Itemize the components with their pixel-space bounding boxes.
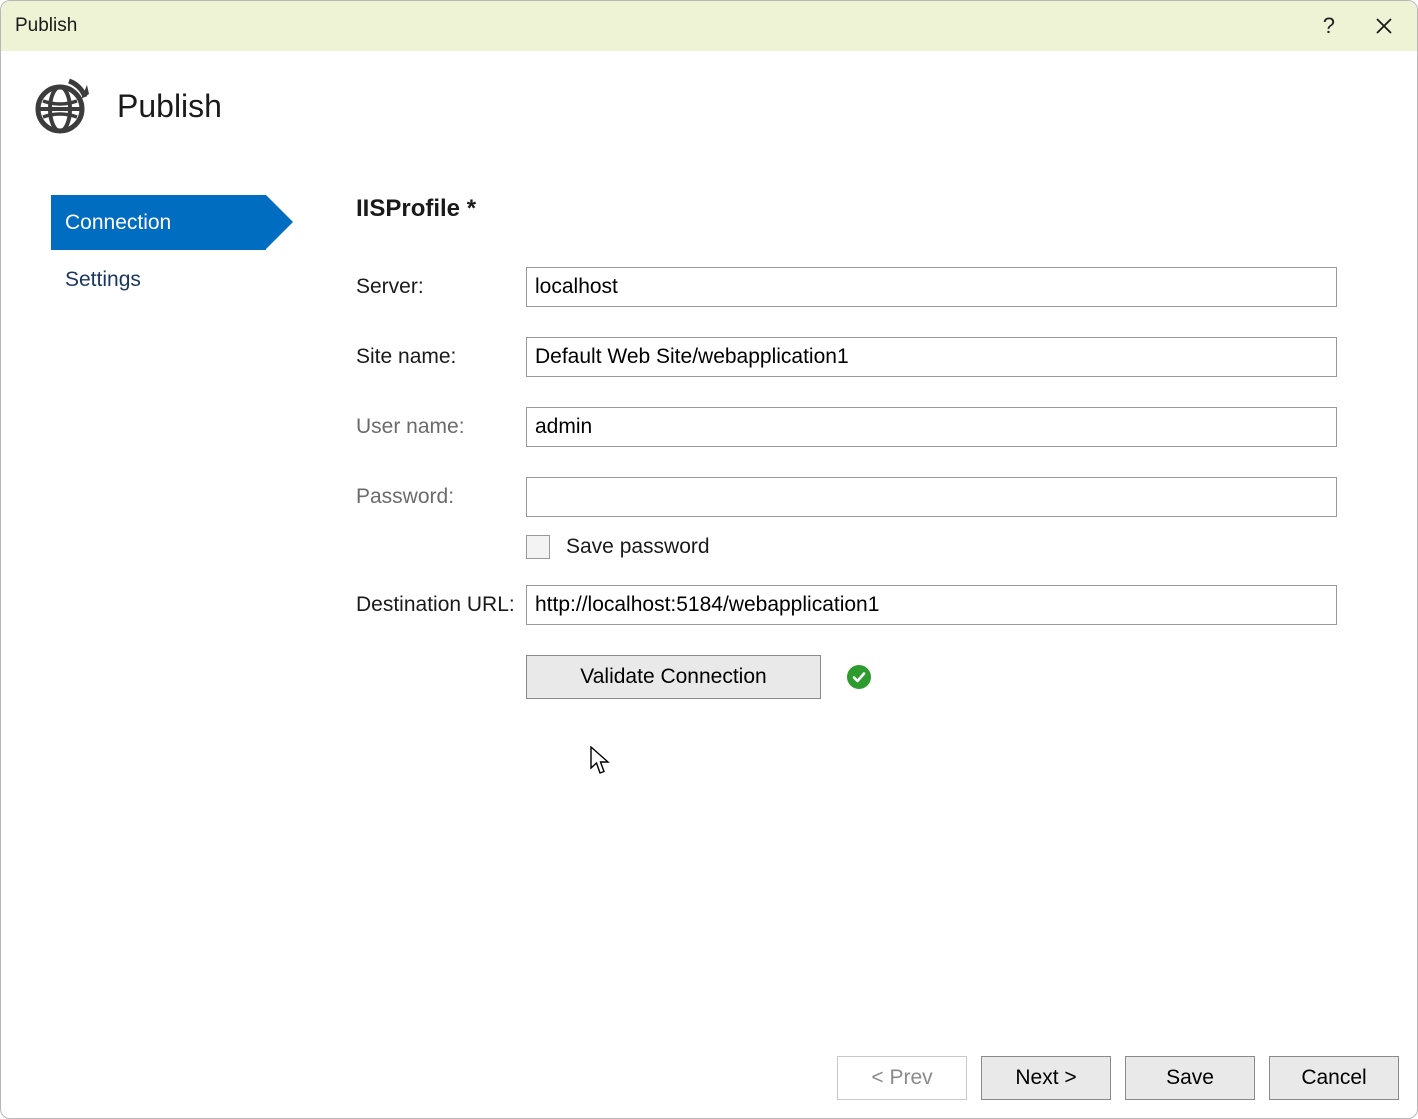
save-password-checkbox[interactable] — [526, 535, 550, 559]
password-input[interactable] — [526, 477, 1337, 517]
main-panel: IISProfile * Server: Site name: User nam… — [296, 195, 1397, 699]
next-button[interactable]: Next > — [981, 1056, 1111, 1100]
profile-title: IISProfile * — [356, 195, 1337, 223]
cursor-icon — [590, 746, 612, 776]
site-name-input[interactable] — [526, 337, 1337, 377]
label-save-password: Save password — [566, 535, 710, 559]
cancel-button[interactable]: Cancel — [1269, 1056, 1399, 1100]
publish-globe-icon — [31, 77, 89, 135]
sidebar-item-connection[interactable]: Connection — [51, 195, 266, 250]
titlebar: Publish ? — [1, 1, 1417, 51]
label-user-name: User name: — [356, 415, 526, 439]
validation-success-icon — [847, 665, 871, 689]
row-destination-url: Destination URL: — [356, 585, 1337, 625]
sidebar-item-label: Connection — [65, 211, 171, 235]
publish-dialog: Publish ? Publish Connection — [0, 0, 1418, 1119]
validate-connection-button[interactable]: Validate Connection — [526, 655, 821, 699]
sidebar: Connection Settings — [51, 195, 296, 699]
window-title: Publish — [15, 15, 77, 37]
label-password: Password: — [356, 485, 526, 509]
row-server: Server: — [356, 267, 1337, 307]
sidebar-item-settings[interactable]: Settings — [51, 252, 296, 307]
page-title: Publish — [117, 88, 222, 125]
server-input[interactable] — [526, 267, 1337, 307]
row-validate: Validate Connection — [526, 655, 1337, 699]
header: Publish — [1, 51, 1417, 155]
prev-button: < Prev — [837, 1056, 967, 1100]
help-icon[interactable]: ? — [1323, 13, 1335, 39]
row-password: Password: — [356, 477, 1337, 517]
close-icon[interactable] — [1375, 17, 1393, 35]
sidebar-item-label: Settings — [65, 268, 141, 292]
content-area: Connection Settings IISProfile * Server:… — [1, 155, 1417, 699]
footer-buttons: < Prev Next > Save Cancel — [837, 1056, 1399, 1100]
label-server: Server: — [356, 275, 526, 299]
label-destination-url: Destination URL: — [356, 593, 526, 617]
row-site-name: Site name: — [356, 337, 1337, 377]
titlebar-controls: ? — [1323, 13, 1403, 39]
user-name-input[interactable] — [526, 407, 1337, 447]
save-button[interactable]: Save — [1125, 1056, 1255, 1100]
destination-url-input[interactable] — [526, 585, 1337, 625]
row-save-password: Save password — [526, 535, 1337, 559]
label-site-name: Site name: — [356, 345, 526, 369]
row-user-name: User name: — [356, 407, 1337, 447]
